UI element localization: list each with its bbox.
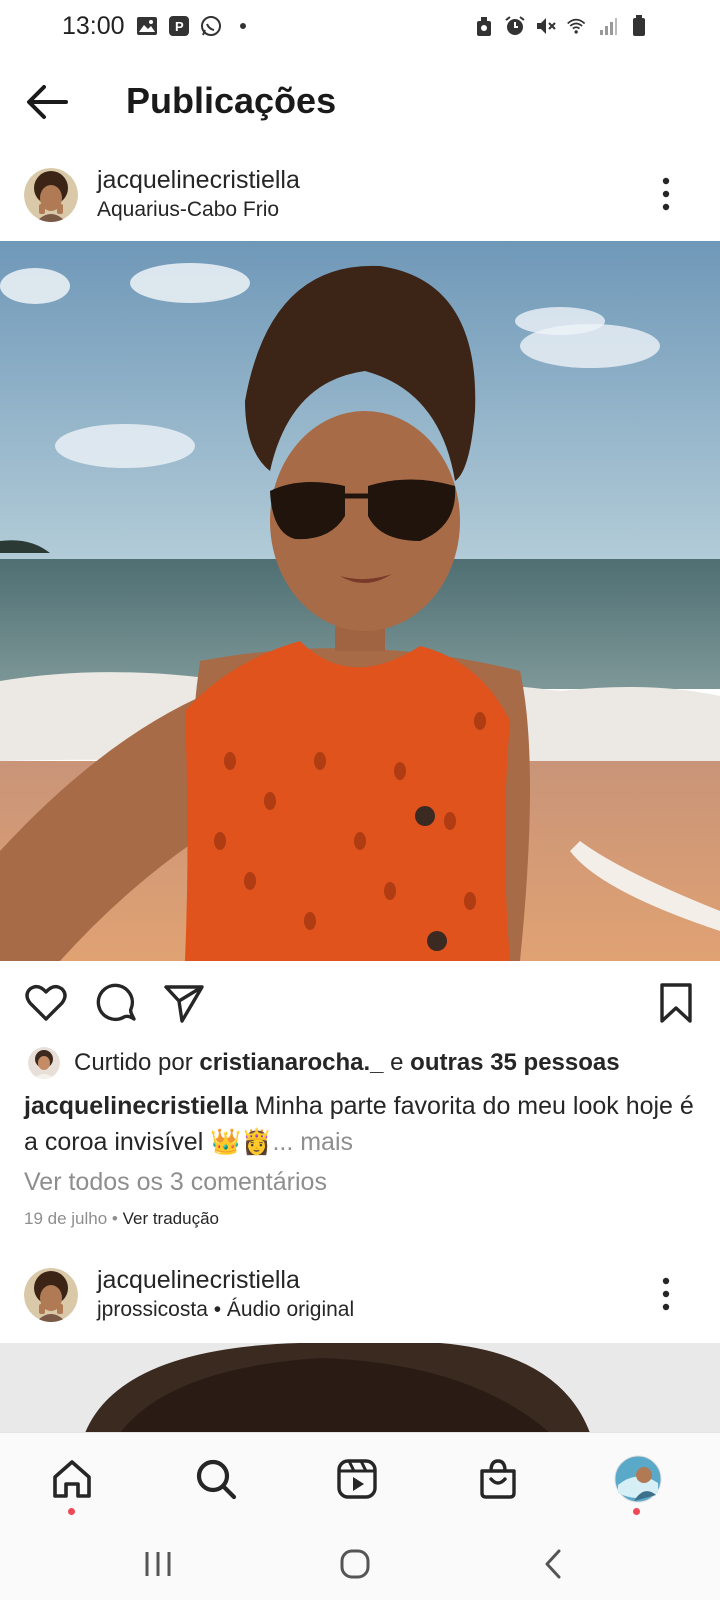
wifi-icon [566,15,588,37]
post2-username[interactable]: jacquelinecristiella [97,1266,300,1295]
recents-icon [145,1552,171,1576]
back-chevron-icon [545,1549,561,1579]
shop-icon [480,1459,516,1499]
back-button[interactable] [24,82,70,122]
page-title: Publicações [126,80,337,121]
post-username[interactable]: jacquelinecristiella [97,166,300,195]
post2-photo[interactable] [0,1343,720,1433]
status-right-icons [473,15,650,37]
post-date-row: 19 de julho • Ver tradução [24,1209,219,1229]
profile-avatar [614,1455,662,1503]
post-header-2: jacquelinecristiella jprossicosta • Áudi… [0,1262,720,1342]
recycle-icon [473,15,495,37]
liked-by-joiner: e [383,1049,411,1076]
post-photo[interactable] [0,241,720,961]
post-actions [0,975,720,1029]
post-caption: jacquelinecristiella Minha parte favorit… [24,1088,694,1160]
date-separator: • [107,1209,123,1228]
comment-button[interactable] [94,981,138,1025]
home-icon [53,1460,91,1498]
share-button[interactable] [162,981,206,1025]
beach-portrait-image [0,241,720,961]
more-vertical-icon [662,1277,670,1311]
post-date: 19 de julho [24,1209,108,1228]
nav-home[interactable] [48,1455,96,1503]
more-vertical-icon [662,177,670,211]
comment-icon [96,983,136,1022]
recents-button[interactable] [140,1546,176,1582]
view-comments-link[interactable]: Ver todos os 3 comentários [24,1168,327,1197]
save-button[interactable] [654,981,698,1025]
hair-image [0,1343,720,1433]
alarm-icon [504,15,526,37]
reels-icon [337,1459,377,1499]
gallery-icon [136,15,158,37]
nav-reels[interactable] [333,1455,381,1503]
post-author-avatar[interactable] [24,168,78,222]
post-location[interactable]: Aquarius-Cabo Frio [97,198,279,222]
likes-text: Curtido por cristianarocha._ e outras 35… [74,1049,620,1077]
signal-icon [597,15,619,37]
status-time: 13:00 [62,12,125,40]
post2-options-button[interactable] [658,1277,674,1311]
liked-by-others[interactable]: outras 35 pessoas [410,1049,619,1076]
battery-icon [628,15,650,37]
mute-icon [535,15,557,37]
likes-row[interactable]: Curtido por cristianarocha._ e outras 35… [26,1043,620,1083]
liked-by-prefix: Curtido por [74,1049,200,1076]
post2-audio[interactable]: jprossicosta • Áudio original [97,1298,354,1322]
caption-username[interactable]: jacquelinecristiella [24,1092,248,1120]
p-app-icon: P [168,15,190,37]
nav-search[interactable] [192,1455,240,1503]
liker-avatar [26,1045,62,1081]
home-system-button[interactable] [337,1546,373,1582]
send-icon [164,985,204,1023]
page-header: Publicações [0,60,720,144]
svg-text:P: P [175,19,184,34]
back-system-button[interactable] [536,1546,572,1582]
arrow-left-icon [27,85,68,119]
like-button[interactable] [24,981,68,1025]
translate-link[interactable]: Ver tradução [123,1209,219,1228]
post-options-button[interactable] [658,177,674,211]
nav-profile[interactable] [612,1453,664,1505]
bottom-navigation [0,1432,720,1528]
search-icon [196,1459,237,1500]
liked-by-user[interactable]: cristianarocha._ [199,1049,383,1076]
caption-more-link[interactable]: ... mais [272,1128,353,1156]
profile-notification-dot [633,1508,640,1515]
system-navigation [0,1528,720,1600]
home-notification-dot [68,1508,75,1515]
heart-icon [25,984,67,1021]
nav-shop[interactable] [474,1455,522,1503]
home-circle-icon [340,1549,370,1579]
post-header: jacquelinecristiella Aquarius-Cabo Frio [0,162,720,242]
whatsapp-icon [200,15,222,37]
status-left-icons: P [136,15,254,37]
bookmark-icon [660,983,692,1023]
dot-icon [232,15,254,37]
post2-author-avatar[interactable] [24,1268,78,1322]
status-bar: 13:00 P [0,0,720,52]
